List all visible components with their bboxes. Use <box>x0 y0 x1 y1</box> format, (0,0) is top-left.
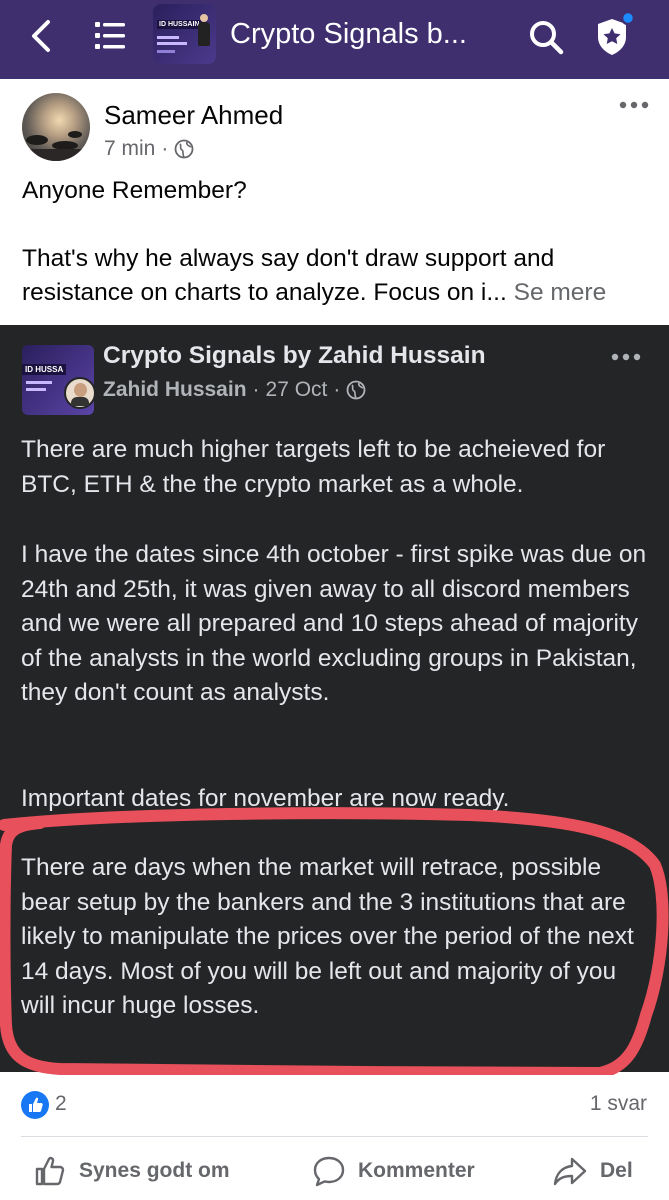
meta-separator: · <box>161 137 169 160</box>
more-dots-icon <box>611 353 641 361</box>
shared-group-name[interactable]: Crypto Signals by Zahid Hussain <box>103 342 486 370</box>
globe-icon <box>347 380 366 400</box>
group-title[interactable]: Crypto Signals b... <box>230 18 467 51</box>
post-text-body: That's why he always say don't draw supp… <box>22 245 555 306</box>
like-reaction-badge[interactable] <box>21 1091 49 1119</box>
shared-paragraph-1: There are much higher targets left to be… <box>21 436 606 498</box>
shared-meta: Zahid Hussain · 27 Oct · <box>103 378 366 402</box>
shared-options-button[interactable] <box>610 350 642 364</box>
author-avatar[interactable] <box>22 93 90 161</box>
admin-shield-button[interactable] <box>592 10 636 60</box>
see-more-link[interactable]: Se mere <box>514 279 607 306</box>
search-button[interactable] <box>526 17 566 57</box>
back-button[interactable] <box>24 16 60 56</box>
like-button[interactable]: Synes godt om <box>33 1148 230 1194</box>
share-arrow-icon <box>553 1157 587 1186</box>
share-button[interactable]: Del <box>552 1148 633 1194</box>
menu-button[interactable] <box>92 18 128 54</box>
comment-button[interactable]: Kommenter <box>312 1148 475 1194</box>
author-name[interactable]: Sameer Ahmed <box>104 100 283 131</box>
like-label: Synes godt om <box>79 1159 230 1182</box>
comment-icon <box>313 1156 345 1187</box>
share-label: Del <box>600 1159 633 1182</box>
person-figure <box>198 14 210 46</box>
comment-label: Kommenter <box>358 1159 475 1182</box>
group-thumbnail-label: ID HUSSAIN <box>157 20 202 29</box>
shared-date[interactable]: 27 Oct <box>266 378 328 402</box>
thumbs-up-icon <box>29 1097 43 1112</box>
post-text-line1: Anyone Remember? <box>22 177 247 204</box>
shared-paragraph-3: Important dates for november are now rea… <box>21 785 510 812</box>
reply-count[interactable]: 1 svar <box>590 1092 647 1116</box>
reaction-count[interactable]: 2 <box>55 1092 67 1116</box>
shared-meta-separator-2: · <box>333 378 341 401</box>
shared-thumbnail-label: ID HUSSA <box>22 364 67 375</box>
search-icon <box>530 21 564 55</box>
post-time[interactable]: 7 min <box>104 137 155 161</box>
group-thumbnail[interactable]: ID HUSSAIN <box>153 4 216 64</box>
chevron-left-icon <box>32 20 50 52</box>
post-text-paragraph: That's why he always say don't draw supp… <box>22 242 652 310</box>
shared-paragraph-2: I have the dates since 4th october - fir… <box>21 541 647 706</box>
shared-poster-name[interactable]: Zahid Hussain <box>103 378 247 402</box>
post-meta: 7 min · <box>104 137 194 161</box>
post-options-button[interactable] <box>618 98 650 112</box>
shared-paragraph-4: There are days when the market will retr… <box>21 854 634 1019</box>
hamburger-icon <box>95 22 125 49</box>
shared-meta-separator: · <box>252 378 260 401</box>
reactions-row: 2 1 svar <box>0 1086 669 1126</box>
thumbs-up-outline-icon <box>35 1156 65 1186</box>
poster-avatar[interactable] <box>64 377 96 409</box>
globe-icon <box>174 139 194 159</box>
actions-divider <box>21 1136 648 1137</box>
shield-star-icon <box>598 10 636 55</box>
top-bar: ID HUSSAIN Crypto Signals b... <box>0 0 669 79</box>
more-dots-icon <box>619 101 649 109</box>
